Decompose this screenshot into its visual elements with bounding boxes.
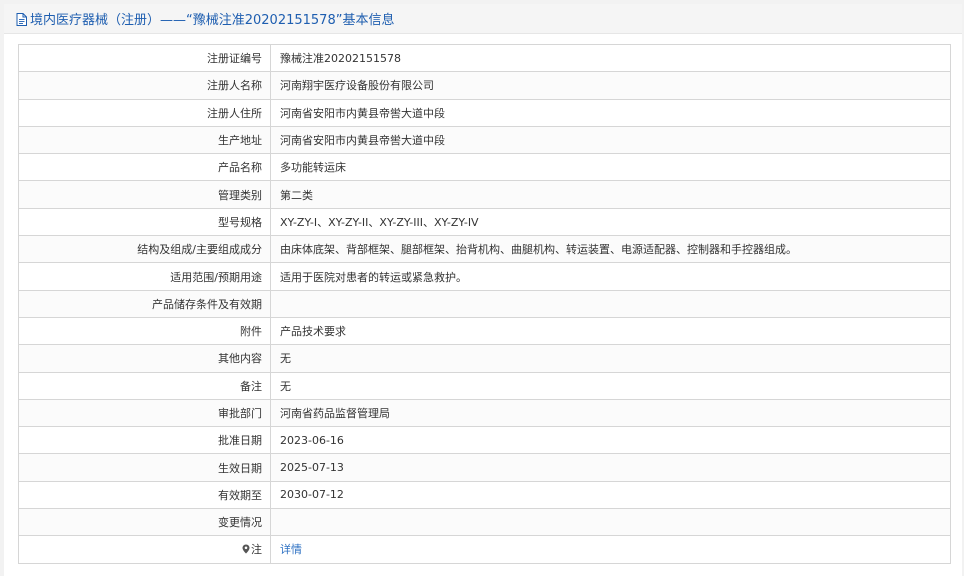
table-row: 生产地址 河南省安阳市内黄县帝喾大道中段 — [18, 125, 951, 155]
table-row: 适用范围/预期用途 适用于医院对患者的转运或紧急救护。 — [18, 262, 951, 291]
table-row: 生效日期 2025-07-13 — [18, 453, 951, 482]
table-row: 附件 产品技术要求 — [18, 316, 951, 346]
note-label-cell: 注 — [18, 535, 271, 564]
table-row: 审批部门 河南省药品监督管理局 — [18, 398, 951, 428]
field-label: 批准日期 — [18, 426, 271, 455]
field-label: 管理类别 — [18, 180, 271, 209]
field-value: 豫械注准20202151578 — [270, 43, 951, 73]
table-row: 有效期至 2030-07-12 — [18, 480, 951, 510]
field-value: 多功能转运床 — [270, 153, 951, 182]
field-label: 变更情况 — [18, 508, 271, 537]
field-label: 产品名称 — [18, 153, 271, 182]
field-value: 河南省药品监督管理局 — [270, 398, 951, 428]
table-row: 注册证编号 豫械注准20202151578 — [18, 43, 951, 73]
field-value: 无 — [270, 344, 951, 373]
table-row: 管理类别 第二类 — [18, 180, 951, 209]
field-value: 河南省安阳市内黄县帝喾大道中段 — [270, 98, 951, 127]
table-row: 型号规格 XY-ZY-I、XY-ZY-II、XY-ZY-III、XY-ZY-IV — [18, 207, 951, 237]
field-label: 其他内容 — [18, 344, 271, 373]
note-row: 注 详情 — [18, 535, 951, 564]
table-row: 注册人住所 河南省安阳市内黄县帝喾大道中段 — [18, 98, 951, 127]
field-value: 第二类 — [270, 180, 951, 209]
note-value-cell: 详情 — [270, 535, 951, 564]
field-value: 适用于医院对患者的转运或紧急救护。 — [270, 262, 951, 291]
table-row: 变更情况 — [18, 508, 951, 537]
field-label: 审批部门 — [18, 398, 271, 428]
field-value: 无 — [270, 371, 951, 400]
document-icon — [16, 13, 27, 26]
table-row: 产品储存条件及有效期 — [18, 289, 951, 318]
field-label: 适用范围/预期用途 — [18, 262, 271, 291]
page: 境内医疗器械（注册）——“豫械注准20202151578”基本信息 注册证编号 … — [4, 4, 962, 576]
title-bar: 境内医疗器械（注册）——“豫械注准20202151578”基本信息 — [4, 4, 962, 34]
table-row: 批准日期 2023-06-16 — [18, 426, 951, 455]
field-label: 附件 — [18, 316, 271, 346]
field-label: 注册人名称 — [18, 71, 271, 100]
field-label: 有效期至 — [18, 480, 271, 510]
field-value: 由床体底架、背部框架、腿部框架、抬背机构、曲腿机构、转运装置、电源适配器、控制器… — [270, 235, 951, 264]
details-link[interactable]: 详情 — [280, 543, 302, 556]
field-label: 产品储存条件及有效期 — [18, 289, 271, 318]
info-table-body: 注册证编号 豫械注准20202151578 注册人名称 河南翔宇医疗设备股份有限… — [18, 43, 951, 564]
field-value: 2030-07-12 — [270, 480, 951, 510]
field-value: XY-ZY-I、XY-ZY-II、XY-ZY-III、XY-ZY-IV — [270, 207, 951, 237]
field-value — [270, 289, 951, 318]
note-label: 注 — [251, 543, 262, 557]
table-row: 产品名称 多功能转运床 — [18, 153, 951, 182]
table-row: 其他内容 无 — [18, 344, 951, 373]
field-label: 生产地址 — [18, 125, 271, 155]
field-label: 注册人住所 — [18, 98, 271, 127]
field-value: 2025-07-13 — [270, 453, 951, 482]
table-row: 注册人名称 河南翔宇医疗设备股份有限公司 — [18, 71, 951, 100]
field-label: 结构及组成/主要组成成分 — [18, 235, 271, 264]
pin-icon — [242, 544, 250, 554]
field-label: 型号规格 — [18, 207, 271, 237]
field-value: 2023-06-16 — [270, 426, 951, 455]
field-label: 生效日期 — [18, 453, 271, 482]
field-value: 河南省安阳市内黄县帝喾大道中段 — [270, 125, 951, 155]
info-table: 注册证编号 豫械注准20202151578 注册人名称 河南翔宇医疗设备股份有限… — [18, 43, 951, 564]
field-value — [270, 508, 951, 537]
field-value: 产品技术要求 — [270, 316, 951, 346]
page-title: 境内医疗器械（注册）——“豫械注准20202151578”基本信息 — [30, 13, 395, 28]
field-value: 河南翔宇医疗设备股份有限公司 — [270, 71, 951, 100]
field-label: 注册证编号 — [18, 43, 271, 73]
table-row: 结构及组成/主要组成成分 由床体底架、背部框架、腿部框架、抬背机构、曲腿机构、转… — [18, 235, 951, 264]
table-row: 备注 无 — [18, 371, 951, 400]
field-label: 备注 — [18, 371, 271, 400]
